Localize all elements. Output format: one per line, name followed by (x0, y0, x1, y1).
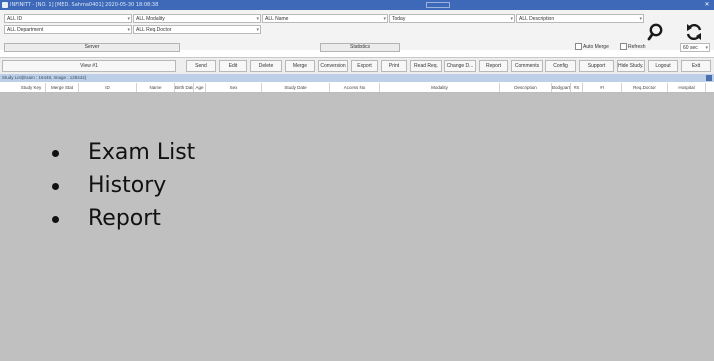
bullet-icon (52, 183, 59, 190)
column-header-sex[interactable]: Sex (206, 83, 262, 92)
chevron-down-icon: ▾ (256, 16, 259, 22)
toolbar-button-comments[interactable]: Comments (511, 60, 543, 72)
chevron-down-icon: ▾ (127, 27, 130, 33)
toolbar-button-merge[interactable]: Merge (285, 60, 315, 72)
description-filter-select[interactable]: ALL Description ▾ (516, 14, 644, 23)
panel-toggle-button[interactable] (706, 75, 712, 81)
server-button[interactable]: Server (4, 43, 180, 52)
column-header-name[interactable]: Name (137, 83, 175, 92)
chevron-down-icon: ▾ (639, 16, 642, 22)
column-header-age[interactable]: Age (194, 83, 206, 92)
toolbar-button-support[interactable]: Support (579, 60, 614, 72)
id-filter-value: ALL ID (7, 16, 23, 22)
search-icon[interactable] (647, 22, 667, 42)
bullet-text: History (88, 173, 167, 198)
chevron-down-icon: ▾ (127, 16, 130, 22)
date-filter-value: Today (392, 16, 406, 22)
toolbar-button-delete[interactable]: Delete (250, 60, 282, 72)
toolbar-button-export[interactable]: Export (351, 60, 378, 72)
toolbar-button-conversion[interactable]: Conversion (318, 60, 348, 72)
toolbar-button-edit[interactable]: Edit (219, 60, 247, 72)
toolbar-button-report[interactable]: Report (479, 60, 508, 72)
column-header-merge-stat[interactable]: Merge Stat (46, 83, 79, 92)
auto-merge-label: Auto Merge (583, 44, 609, 50)
toolbar-button-read-req[interactable]: Read Req. (410, 60, 442, 72)
window-title: INFINITT - [NO. 1] [MED. Sahma0401] 2020… (10, 2, 159, 8)
bullet-icon (52, 216, 59, 223)
name-filter-select[interactable]: ALL Name ▾ (262, 14, 388, 23)
chevron-down-icon: ▾ (256, 27, 259, 33)
bullet-icon (52, 150, 59, 157)
column-header-counti[interactable]: #I (583, 83, 622, 92)
checkbox-box (575, 43, 582, 51)
overlay-bullet-list: Exam List History Report (52, 136, 195, 235)
title-bar-field (426, 2, 450, 8)
refresh-interval-value: 60 sec (683, 45, 698, 51)
modality-filter-value: ALL Modality (136, 16, 165, 22)
bullet-text: Report (88, 206, 161, 231)
checkbox-box (620, 43, 627, 51)
column-header-study-date[interactable]: Study Date (262, 83, 330, 92)
toolbar-button-logout[interactable]: Logout (648, 60, 678, 72)
description-filter-value: ALL Description (519, 16, 555, 22)
toolbar-button-hide-study[interactable]: Hide Study... (617, 60, 645, 72)
name-filter-value: ALL Name (265, 16, 289, 22)
bullet-text: Exam List (88, 140, 196, 165)
department-filter-select[interactable]: ALL Department ▾ (4, 25, 132, 34)
view-button[interactable]: View #1 (2, 60, 176, 72)
study-count-text: Study List(Exam : 16448, Image : 128442) (2, 75, 87, 80)
toolbar-button-config[interactable]: Config (545, 60, 576, 72)
toolbar-button-exit[interactable]: Exit (681, 60, 711, 72)
refresh-icon[interactable] (684, 22, 704, 42)
refresh-interval-select[interactable]: 60 sec ▾ (680, 43, 710, 52)
refresh-label: Refresh (628, 44, 646, 50)
title-bar: INFINITT - [NO. 1] [MED. Sahma0401] 2020… (0, 0, 714, 10)
id-filter-select[interactable]: ALL ID ▾ (4, 14, 132, 23)
study-list-header: Study Key Merge Stat ID Name Birth Date Age Se… (0, 83, 714, 93)
bullet-item-report: Report (52, 202, 195, 235)
filter-panel: ALL ID ▾ ALL Modality ▾ ALL Name ▾ Today ▾ A… (0, 10, 714, 52)
column-header-description[interactable]: Description (500, 83, 552, 92)
column-header-modality[interactable]: Modality (380, 83, 500, 92)
department-filter-value: ALL Department (7, 27, 44, 33)
toolbar-button-print[interactable]: Print (381, 60, 407, 72)
app-icon (2, 2, 8, 8)
auto-merge-checkbox[interactable]: Auto Merge (575, 43, 609, 51)
column-header-hospital[interactable]: Hospital (668, 83, 706, 92)
chevron-down-icon: ▾ (383, 16, 386, 22)
column-header-birth-date[interactable]: Birth Date (175, 83, 194, 92)
date-filter-select[interactable]: Today ▾ (389, 14, 515, 23)
close-icon[interactable]: ✕ (702, 1, 712, 9)
req-doctor-filter-value: ALL Req.Doctor (136, 27, 172, 33)
toolbar: View #1 Send Edit Delete Merge Conversion Exp… (0, 57, 714, 75)
column-header-access-no[interactable]: Access No (330, 83, 380, 92)
chevron-down-icon: ▾ (510, 16, 513, 22)
req-doctor-filter-select[interactable]: ALL Req.Doctor ▾ (133, 25, 261, 34)
statistics-button[interactable]: Statistics (320, 43, 400, 52)
bullet-item-exam-list: Exam List (52, 136, 195, 169)
status-bar: Study List(Exam : 16448, Image : 128442) (0, 74, 714, 82)
toolbar-button-change-d[interactable]: Change D... (444, 60, 476, 72)
column-header-req-doctor[interactable]: Req.Doctor (622, 83, 668, 92)
chevron-down-icon: ▾ (705, 45, 708, 51)
column-header-counts[interactable]: #S (571, 83, 583, 92)
toolbar-button-send[interactable]: Send (186, 60, 216, 72)
column-header-study-key[interactable]: Study Key (17, 83, 46, 92)
column-header-bodypart[interactable]: Bodypart (552, 83, 571, 92)
application-window: INFINITT - [NO. 1] [MED. Sahma0401] 2020… (0, 0, 714, 361)
bullet-item-history: History (52, 169, 195, 202)
modality-filter-select[interactable]: ALL Modality ▾ (133, 14, 261, 23)
refresh-checkbox[interactable]: Refresh (620, 43, 646, 51)
column-header-id[interactable]: ID (79, 83, 137, 92)
